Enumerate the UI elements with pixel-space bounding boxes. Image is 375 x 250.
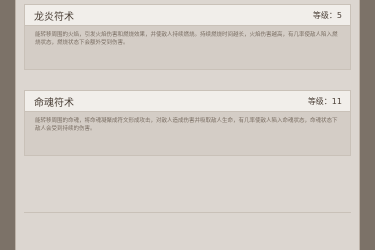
skill-card-header: 龙炎符术 等级：5 [24, 4, 351, 26]
skill-card-header: 命魂符术 等级：11 [24, 90, 351, 112]
list-divider [24, 212, 351, 213]
skill-level: 等级：5 [312, 10, 342, 20]
skill-level: 等级：11 [307, 96, 342, 106]
skill-description: 能转移周围的命魂，将命魂凝聚成符文形成攻击，对敌人造成伤害并吸取敌人生命，有几率… [35, 118, 338, 132]
skill-list-panel: 龙炎符术 等级：5 能转移周围的火焰，引发火焰伤害和燃烧效果，并使敌人持续燃烧。… [15, 0, 360, 250]
skill-description: 能转移周围的火焰，引发火焰伤害和燃烧效果，并使敌人持续燃烧。持续燃烧时间越长，火… [35, 32, 338, 46]
skill-card-longyan[interactable]: 龙炎符术 等级：5 能转移周围的火焰，引发火焰伤害和燃烧效果，并使敌人持续燃烧。… [24, 4, 351, 70]
skill-name: 命魂符术 [34, 97, 74, 109]
skill-card-minghun[interactable]: 命魂符术 等级：11 能转移周围的命魂，将命魂凝聚成符文形成攻击，对敌人造成伤害… [24, 90, 351, 156]
skill-card-body: 能转移周围的命魂，将命魂凝聚成符文形成攻击，对敌人造成伤害并吸取敌人生命，有几率… [24, 112, 351, 156]
skill-card-body: 能转移周围的火焰，引发火焰伤害和燃烧效果，并使敌人持续燃烧。持续燃烧时间越长，火… [24, 26, 351, 70]
skill-name: 龙炎符术 [34, 11, 74, 23]
